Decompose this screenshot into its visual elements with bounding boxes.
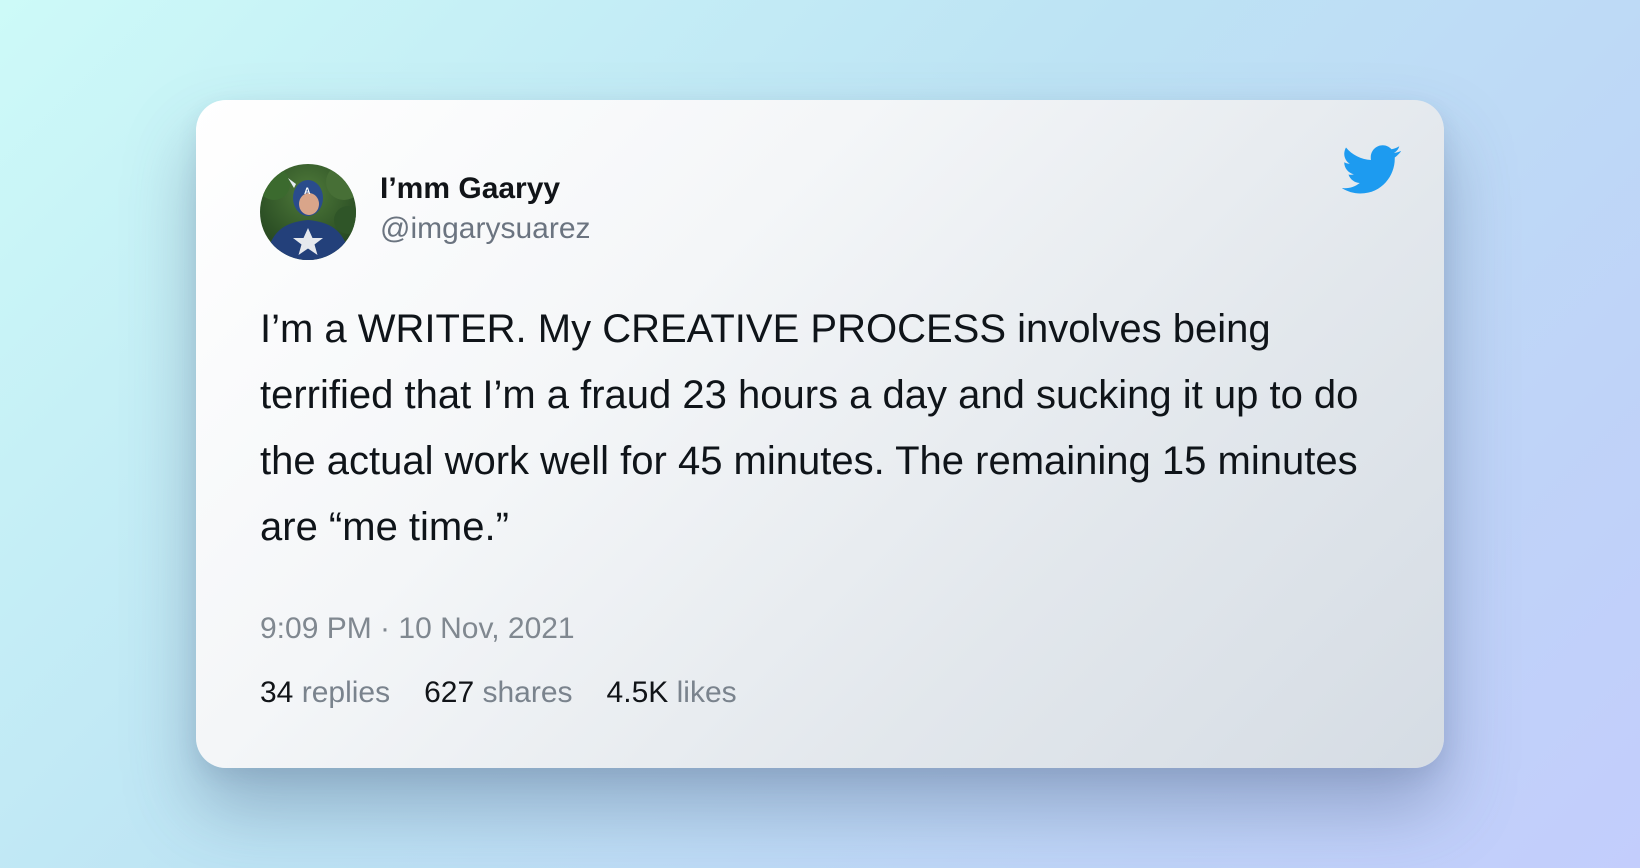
tweet-stats: 34 replies 627 shares 4.5K likes	[260, 676, 737, 710]
likes-count: 4.5K	[606, 676, 669, 709]
replies-stat[interactable]: 34 replies	[260, 676, 390, 710]
likes-stat[interactable]: 4.5K likes	[607, 676, 737, 710]
shares-count: 627	[424, 676, 475, 709]
tweet-timestamp[interactable]: 9:09 PM · 10 Nov, 2021	[260, 612, 575, 646]
shares-label: shares	[482, 676, 573, 709]
svg-text:A: A	[304, 186, 311, 196]
twitter-bird-icon[interactable]	[1341, 144, 1402, 196]
tweet-card: A I’mm Gaaryy @imgarysuarez I’m a WRITER…	[196, 100, 1444, 768]
likes-label: likes	[676, 676, 737, 709]
shares-stat[interactable]: 627 shares	[424, 676, 572, 710]
author-name[interactable]: I’mm Gaaryy	[380, 172, 560, 206]
author-handle[interactable]: @imgarysuarez	[380, 212, 591, 246]
captain-america-avatar-icon: A	[260, 164, 356, 260]
replies-label: replies	[301, 676, 391, 709]
avatar[interactable]: A	[260, 164, 356, 260]
replies-count: 34	[260, 676, 294, 709]
tweet-text: I’m a WRITER. My CREATIVE PROCESS involv…	[260, 307, 1359, 549]
